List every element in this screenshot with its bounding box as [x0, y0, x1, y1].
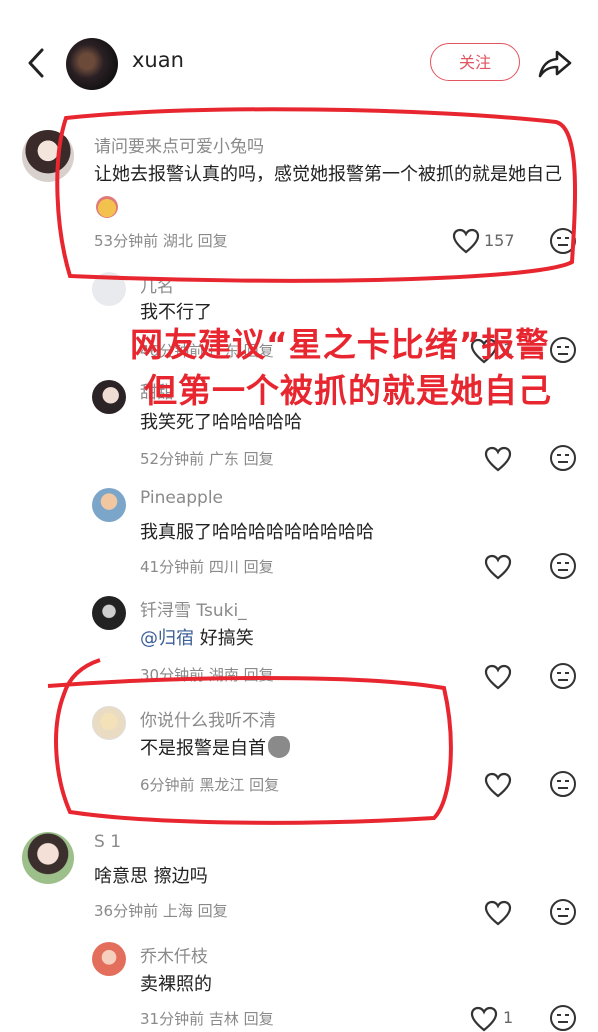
comment-item: 你说什么我听不清 不是报警是自首 6分钟前 黑龙江 回复 [0, 704, 598, 812]
comment-time: 6分钟前 [140, 776, 195, 794]
comment-location: 黑龙江 [199, 776, 245, 794]
like-heart-icon[interactable] [484, 446, 512, 472]
comment-text: 卖裸照的 [140, 974, 212, 995]
commenter-name[interactable]: 几名 [140, 272, 174, 297]
emoji-reaction-icon[interactable] [549, 770, 577, 798]
comment-item: S 1 啥意思 擦边吗 36分钟前 上海 回复 [0, 830, 598, 938]
commenter-name[interactable]: Pineapple [140, 488, 223, 508]
comment-meta: 53分钟前 湖北 回复 [94, 230, 228, 251]
comment-item: 钎浔雪 Tsuki_ @归宿 好搞笑 30分钟前 湖南 回复 [0, 594, 598, 702]
emoji-reaction-icon[interactable] [549, 898, 577, 926]
commenter-name[interactable]: 你说什么我听不清 [140, 706, 276, 731]
comment-item: 乔木仟枝 卖裸照的 31分钟前 吉林 回复 1 [0, 940, 598, 1032]
comment-meta: 30分钟前 湖南 回复 [140, 664, 274, 685]
reply-button[interactable]: 回复 [198, 902, 228, 920]
comment-time: 52分钟前 [140, 450, 205, 468]
comment-text-content: 好搞笑 [199, 628, 254, 649]
comment-text: 啥意思 擦边吗 [94, 866, 208, 887]
comment-text: 不是报警是自首 [140, 732, 290, 766]
reply-button[interactable]: 回复 [249, 776, 279, 794]
username[interactable]: xuan [132, 48, 184, 72]
commenter-avatar[interactable] [92, 706, 126, 740]
commenter-name[interactable]: S 1 [94, 832, 121, 852]
annotation-caption-line1: 网友建议“星之卡比绪”报警 [130, 325, 550, 364]
share-icon[interactable] [536, 44, 574, 82]
reply-button[interactable]: 回复 [244, 666, 274, 684]
emoji-reaction-icon[interactable] [549, 552, 577, 580]
comment-time: 30分钟前 [140, 666, 205, 684]
comment-time: 53分钟前 [94, 232, 159, 250]
comment-meta: 31分钟前 吉林 回复 [140, 1008, 274, 1029]
commenter-avatar[interactable] [92, 272, 126, 306]
comment-meta: 52分钟前 广东 回复 [140, 448, 274, 469]
commenter-name[interactable]: 钎浔雪 Tsuki_ [140, 596, 247, 621]
reply-button[interactable]: 回复 [244, 450, 274, 468]
emoji-reaction-icon[interactable] [549, 444, 577, 472]
like-heart-icon[interactable] [470, 1006, 498, 1032]
top-bar: xuan 关注 [0, 0, 598, 120]
comment-text: @归宿 好搞笑 [140, 622, 254, 656]
like-heart-icon[interactable] [484, 772, 512, 798]
comment-time: 41分钟前 [140, 558, 205, 576]
comment-item: 请问要来点可爱小兔吗 让她去报警认真的吗，感觉她报警第一个被抓的就是她自己 53… [0, 120, 598, 270]
comment-meta: 36分钟前 上海 回复 [94, 900, 228, 921]
comment-location: 四川 [208, 558, 239, 576]
like-heart-icon[interactable] [484, 900, 512, 926]
emoji-reaction-icon[interactable] [549, 662, 577, 690]
comment-text: 我真服了哈哈哈哈哈哈哈哈哈 [140, 522, 374, 543]
commenter-avatar[interactable] [22, 832, 74, 884]
commenter-avatar[interactable] [92, 596, 126, 630]
comment-text-content: 让她去报警认真的吗，感觉她报警第一个被抓的就是她自己 [94, 164, 562, 185]
reply-button[interactable]: 回复 [244, 558, 274, 576]
emoji-reaction-icon[interactable] [549, 336, 577, 364]
emoji-reaction-icon[interactable] [549, 227, 577, 255]
like-heart-icon[interactable] [484, 554, 512, 580]
comment-meta: 41分钟前 四川 回复 [140, 556, 274, 577]
reply-button[interactable]: 回复 [198, 232, 228, 250]
reply-button[interactable]: 回复 [244, 1010, 274, 1028]
commenter-avatar[interactable] [92, 488, 126, 522]
user-avatar[interactable] [66, 38, 118, 90]
emoji-reaction-icon[interactable] [549, 1004, 577, 1032]
commenter-avatar[interactable] [92, 380, 126, 414]
follow-button[interactable]: 关注 [430, 43, 520, 81]
commenter-avatar[interactable] [92, 942, 126, 976]
annotation-caption-line2: 但第一个被抓的就是她自己 [144, 371, 552, 410]
comment-location: 湖北 [162, 232, 193, 250]
like-heart-icon[interactable] [484, 664, 512, 690]
mention-link[interactable]: @归宿 [140, 628, 194, 649]
comment-location: 广东 [208, 450, 239, 468]
bag-emoji-icon [268, 736, 290, 758]
like-count: 1 [503, 1008, 514, 1027]
commenter-avatar[interactable] [22, 130, 74, 182]
crying-emoji-icon [96, 196, 118, 218]
commenter-name[interactable]: 乔木仟枝 [140, 942, 208, 967]
commenter-name[interactable]: 请问要来点可爱小兔吗 [94, 132, 264, 157]
comment-text-content: 不是报警是自首 [140, 738, 266, 759]
comment-item: Pineapple 我真服了哈哈哈哈哈哈哈哈哈 41分钟前 四川 回复 [0, 486, 598, 594]
comment-time: 31分钟前 [140, 1010, 205, 1028]
comment-meta: 6分钟前 黑龙江 回复 [140, 774, 279, 795]
comment-time: 36分钟前 [94, 902, 159, 920]
comment-text: 让她去报警认真的吗，感觉她报警第一个被抓的就是她自己 [94, 158, 574, 226]
back-arrow-icon[interactable] [22, 46, 52, 80]
like-heart-icon[interactable] [452, 228, 480, 254]
comment-location: 上海 [162, 902, 193, 920]
like-count: 157 [484, 231, 515, 250]
comment-location: 吉林 [208, 1010, 239, 1028]
comment-location: 湖南 [208, 666, 239, 684]
